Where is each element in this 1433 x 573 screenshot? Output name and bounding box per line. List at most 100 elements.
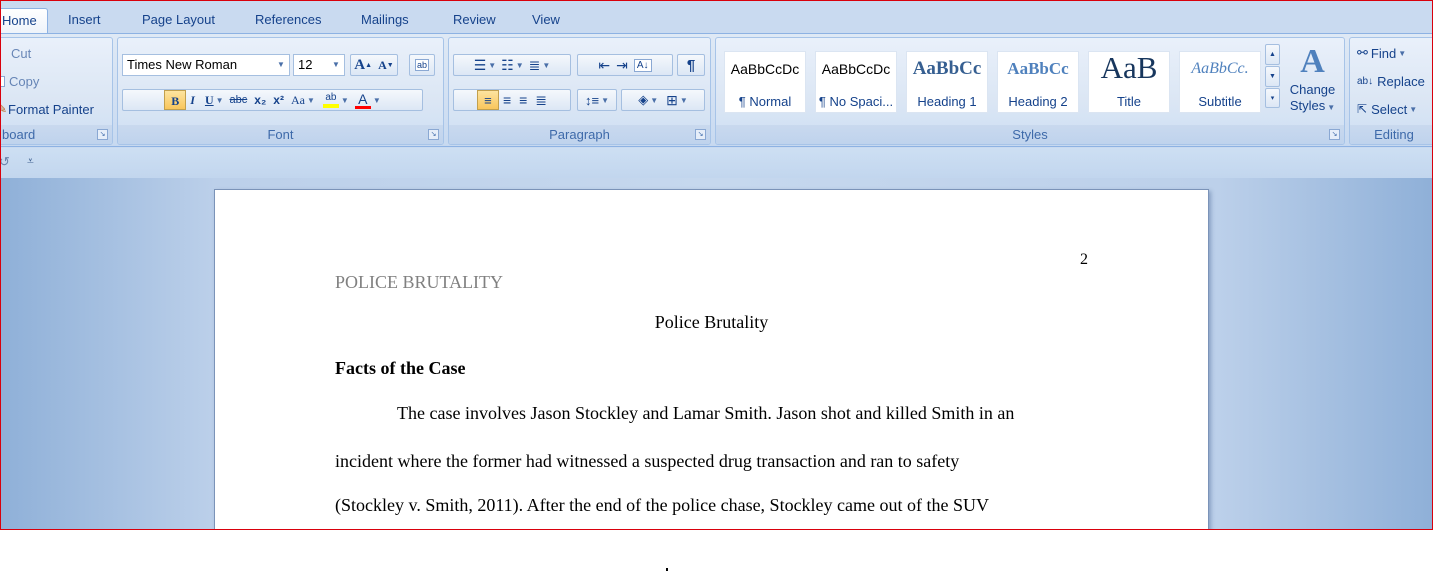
shrink-font-button[interactable]: A <box>378 58 387 73</box>
tab-mailings[interactable]: Mailings <box>351 8 419 33</box>
font-color-button[interactable]: A <box>354 90 371 109</box>
highlight-button[interactable]: ab <box>322 92 339 108</box>
editing-group-label: Editing <box>1350 125 1432 144</box>
font-size-combobox[interactable]: 12 ▼ <box>293 54 345 76</box>
format-painter-button[interactable]: ✎ Format Painter <box>1 98 95 120</box>
borders-options-icon[interactable]: ▼ <box>680 96 688 105</box>
clear-formatting-button[interactable]: ab <box>409 54 435 76</box>
superscript-button[interactable]: x² <box>273 93 284 107</box>
paragraph-group: ☰ ▼ ☷ ▼ ≣ ▼ ⇤ ⇥ A↓ ¶ ≡ ≡ ≡ ≣ ↕≡ ▼ ◈ ▼ ⊞ … <box>448 37 711 145</box>
font-size-value: 12 <box>298 57 313 72</box>
numbering-icon[interactable]: ☷ <box>501 57 514 74</box>
document-workspace: 2 POLICE BRUTALITY Police Brutality Fact… <box>1 178 1432 529</box>
underline-options-icon[interactable]: ▼ <box>216 96 224 105</box>
gallery-more-icon[interactable]: ▾ <box>1265 88 1280 108</box>
style-heading-2[interactable]: AaBbCc Heading 2 <box>997 51 1079 113</box>
decrease-indent-icon[interactable]: ⇤ <box>598 57 610 74</box>
customize-toolbar-icon[interactable]: ⩡ <box>27 154 34 169</box>
style-heading-2-sample: AaBbCc <box>1007 59 1069 78</box>
select-chevron-icon: ▼ <box>1409 104 1418 114</box>
styles-group: AaBbCcDc ¶ Normal AaBbCcDc ¶ No Spaci...… <box>715 37 1345 145</box>
body-line: (Stockley v. Smith, 2011). After the end… <box>335 495 990 515</box>
justify-icon[interactable]: ≣ <box>535 92 547 109</box>
font-group: Times New Roman ▼ 12 ▼ A ▲ A ▼ ab B I U … <box>117 37 444 145</box>
change-case-button[interactable]: Aa <box>291 93 305 108</box>
styles-dialog-launcher[interactable]: ↘ <box>1329 129 1340 140</box>
sort-icon[interactable]: A↓ <box>633 58 652 72</box>
subscript-button[interactable]: x₂ <box>254 93 266 107</box>
bullets-options-icon[interactable]: ▼ <box>488 61 496 70</box>
gallery-down-icon[interactable]: ▼ <box>1265 66 1280 87</box>
paragraph-dialog-launcher[interactable]: ↘ <box>695 129 706 140</box>
copy-button[interactable]: Copy <box>1 70 40 92</box>
font-color-label: A <box>358 90 368 107</box>
cut-button[interactable]: Cut <box>2 42 32 64</box>
change-styles-label-2-text: Styles <box>1289 98 1326 113</box>
font-dialog-launcher[interactable]: ↘ <box>428 129 439 140</box>
style-title[interactable]: AaB Title <box>1088 51 1170 113</box>
clipboard-dialog-launcher[interactable]: ↘ <box>97 129 108 140</box>
strikethrough-button[interactable]: abc <box>230 94 248 106</box>
chevron-down-icon[interactable]: ▼ <box>273 55 289 75</box>
highlight-options-icon[interactable]: ▼ <box>341 96 349 105</box>
italic-button[interactable]: I <box>190 93 195 108</box>
align-center-icon[interactable]: ≡ <box>503 92 511 108</box>
highlight-label: ab <box>325 92 337 103</box>
bold-button[interactable]: B <box>164 90 187 110</box>
line-spacing-icon: ↕≡ <box>584 92 600 108</box>
tab-view[interactable]: View <box>522 8 570 33</box>
tab-page-layout[interactable]: Page Layout <box>132 8 225 33</box>
style-subtitle[interactable]: AaBbCc. Subtitle <box>1179 51 1261 113</box>
tab-insert[interactable]: Insert <box>58 8 111 33</box>
font-group-label: Font <box>118 125 443 144</box>
align-left-icon[interactable]: ≡ <box>476 90 499 110</box>
select-button[interactable]: ⇱ Select ▼ <box>1356 98 1418 120</box>
line-spacing-options-icon: ▼ <box>601 95 609 105</box>
style-heading-2-name: Heading 2 <box>1008 94 1068 109</box>
find-button[interactable]: ⚯ Find ▼ <box>1356 42 1407 64</box>
tab-review[interactable]: Review <box>443 8 506 33</box>
bullets-icon[interactable]: ☰ <box>474 57 487 74</box>
line-spacing-button[interactable]: ↕≡ ▼ <box>577 89 617 111</box>
change-styles-button[interactable]: A Change Styles ▼ <box>1285 42 1340 124</box>
undo-icon[interactable]: ↺ <box>1 154 10 170</box>
gallery-up-icon[interactable]: ▲ <box>1265 44 1280 65</box>
shading-border-buttons: ◈ ▼ ⊞ ▼ <box>621 89 705 111</box>
text-caret <box>666 568 668 571</box>
tab-home[interactable]: Home <box>1 8 48 33</box>
grow-font-button[interactable]: A <box>354 57 365 74</box>
style-subtitle-sample: AaBbCc. <box>1191 60 1249 77</box>
font-color-options-icon[interactable]: ▼ <box>373 96 381 105</box>
numbering-options-icon[interactable]: ▼ <box>516 61 524 70</box>
underline-button[interactable]: U <box>205 93 214 108</box>
multilevel-options-icon[interactable]: ▼ <box>542 61 550 70</box>
chevron-down-icon[interactable]: ▼ <box>328 55 344 75</box>
style-heading-1[interactable]: AaBbCc Heading 1 <box>906 51 988 113</box>
borders-icon[interactable]: ⊞ <box>666 92 678 109</box>
style-no-spacing[interactable]: AaBbCcDc ¶ No Spaci... <box>815 51 897 113</box>
document-title: Police Brutality <box>654 312 769 332</box>
multilevel-list-icon[interactable]: ≣ <box>529 57 541 74</box>
change-case-options-icon[interactable]: ▼ <box>307 96 315 105</box>
replace-icon: ab↓ <box>1357 75 1374 87</box>
tab-references[interactable]: References <box>245 8 331 33</box>
shading-options-icon[interactable]: ▼ <box>650 96 658 105</box>
increase-indent-icon[interactable]: ⇥ <box>616 57 628 74</box>
word-window: Home Insert Page Layout References Maili… <box>0 0 1433 530</box>
style-heading-1-sample: AaBbCc <box>912 58 982 79</box>
font-name-combobox[interactable]: Times New Roman ▼ <box>122 54 290 76</box>
cut-label: Cut <box>11 45 32 61</box>
replace-label: Replace <box>1377 73 1425 89</box>
running-head: POLICE BRUTALITY <box>335 272 504 292</box>
align-right-icon[interactable]: ≡ <box>519 92 527 108</box>
style-normal[interactable]: AaBbCcDc ¶ Normal <box>724 51 806 113</box>
document-page[interactable]: 2 POLICE BRUTALITY Police Brutality Fact… <box>214 189 1209 529</box>
replace-button[interactable]: ab↓ Replace <box>1356 70 1426 92</box>
change-styles-icon: A <box>1300 43 1325 80</box>
page-number: 2 <box>1080 251 1088 268</box>
alignment-buttons: ≡ ≡ ≡ ≣ <box>453 89 571 111</box>
show-hide-marks-button[interactable]: ¶ <box>677 54 705 76</box>
style-no-spacing-name: ¶ No Spaci... <box>818 94 894 109</box>
shading-icon[interactable]: ◈ <box>638 92 648 108</box>
copy-label: Copy <box>9 73 40 89</box>
